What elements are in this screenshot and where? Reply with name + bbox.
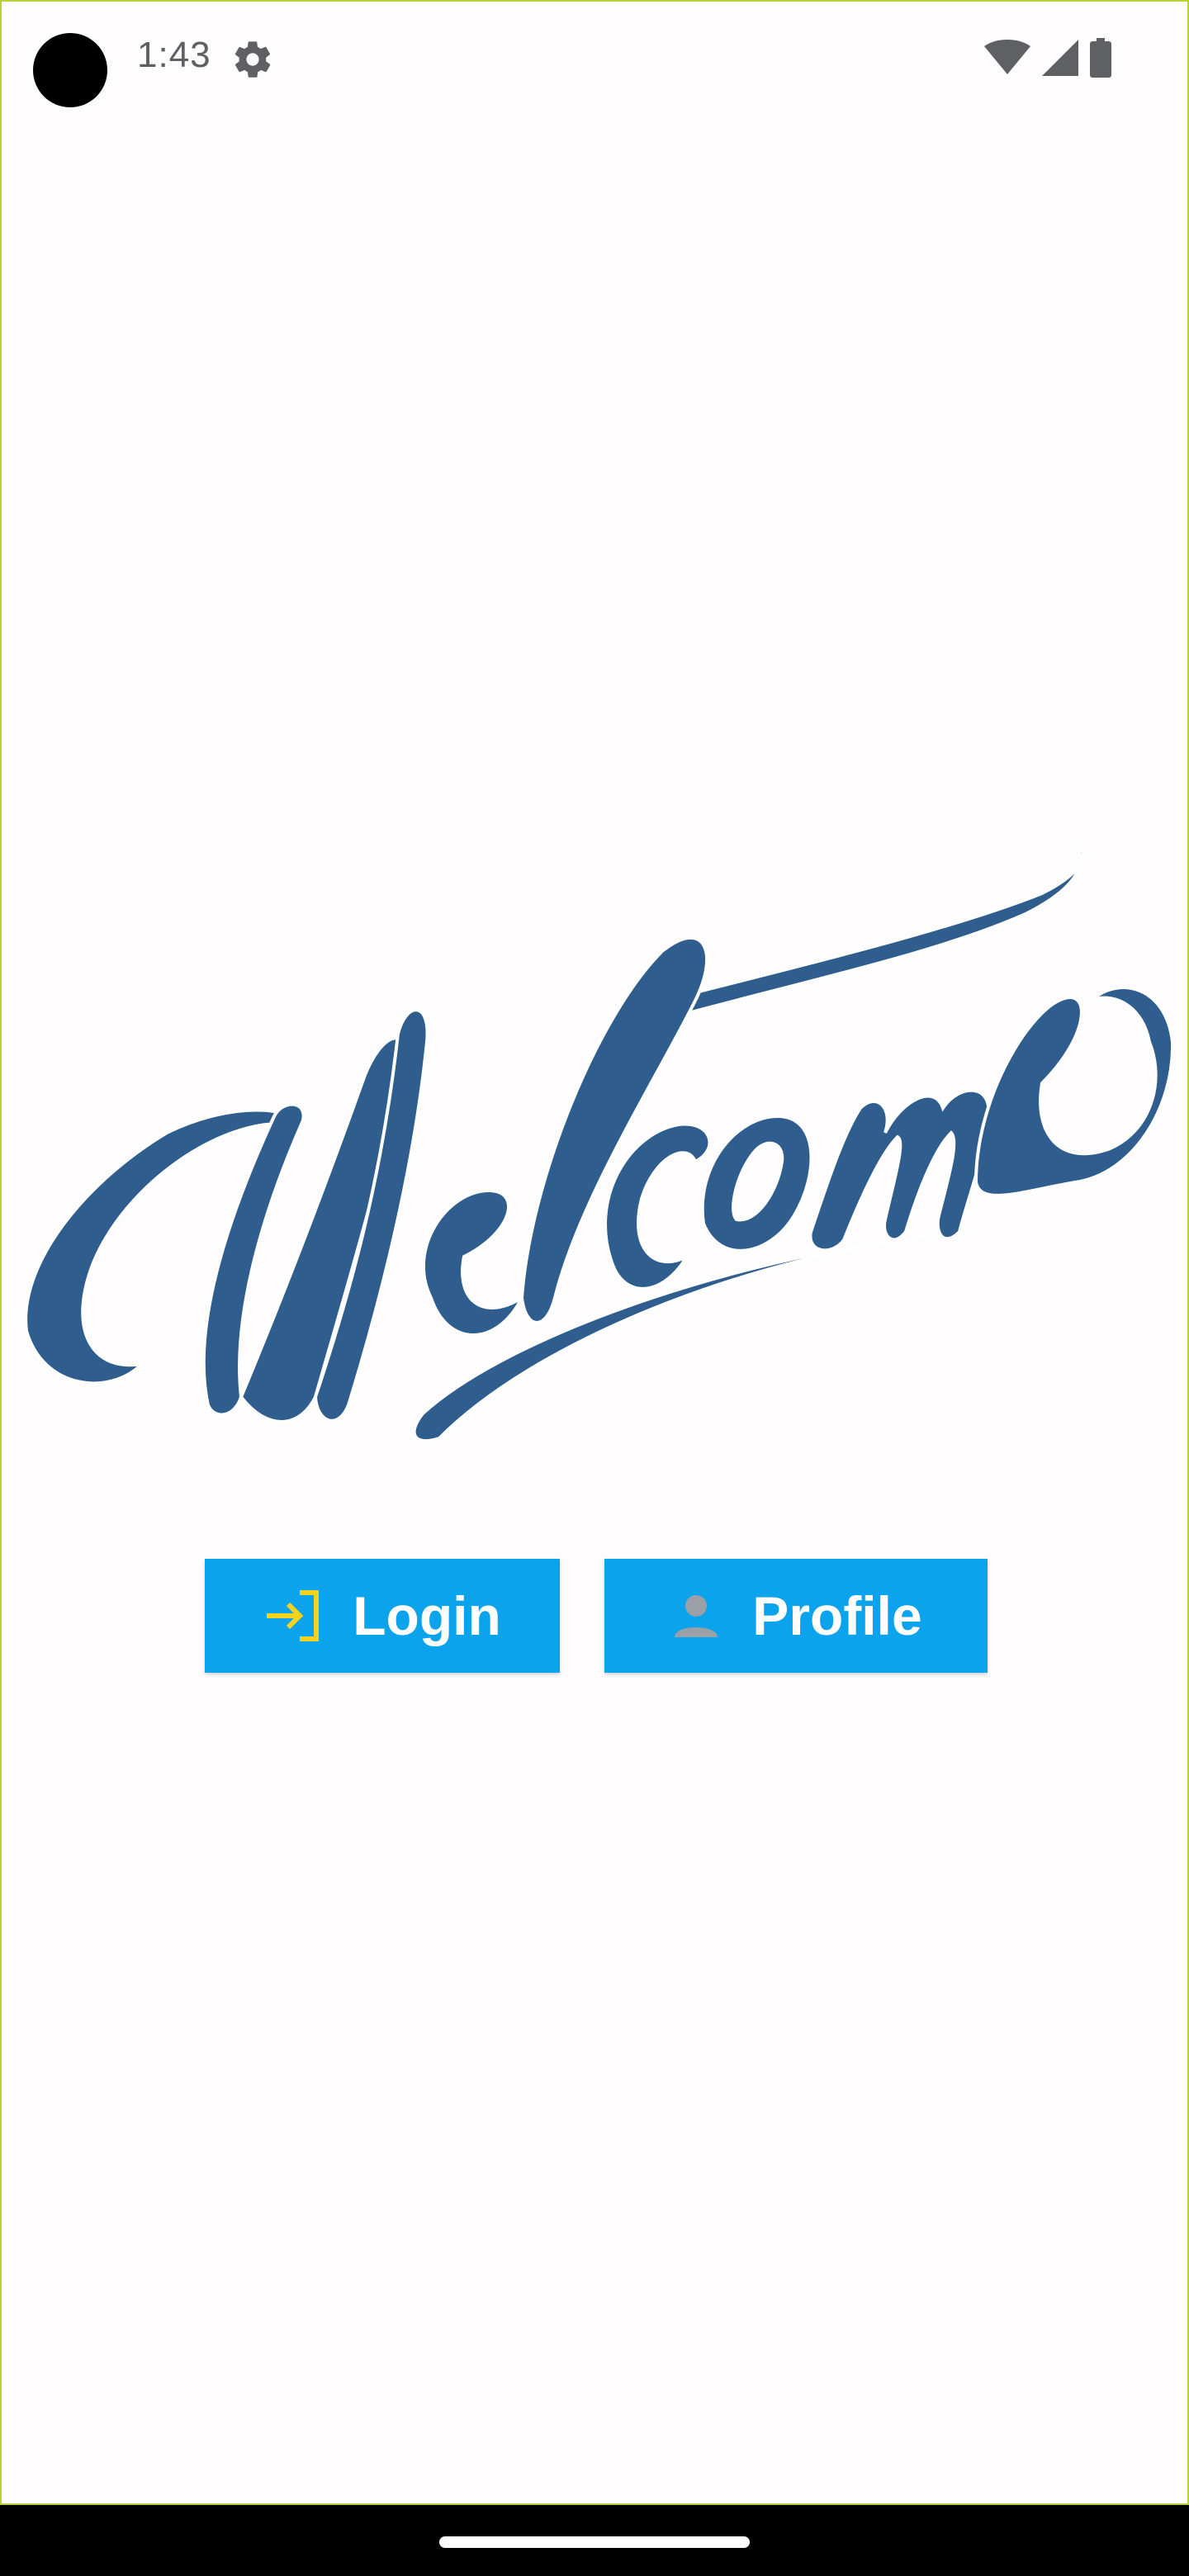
home-indicator[interactable] xyxy=(439,2536,750,2548)
login-label: Login xyxy=(353,1585,501,1646)
profile-button[interactable]: Profile xyxy=(604,1559,988,1673)
login-button[interactable]: Login xyxy=(205,1559,560,1673)
battery-icon xyxy=(1090,37,1111,82)
welcome-logo xyxy=(18,836,1175,1463)
person-icon xyxy=(670,1589,722,1642)
status-icons xyxy=(984,37,1111,82)
camera-cutout xyxy=(33,33,107,107)
login-arrow-icon xyxy=(263,1589,323,1642)
profile-label: Profile xyxy=(752,1585,922,1646)
status-bar: 1:43 xyxy=(2,2,1187,114)
wifi-icon xyxy=(984,39,1030,80)
system-nav-bar xyxy=(0,2505,1189,2576)
welcome-script-art xyxy=(24,839,1175,1443)
status-time: 1:43 xyxy=(137,35,211,75)
settings-icon xyxy=(231,38,274,81)
app-screen: 1:43 Login Profile xyxy=(0,0,1189,2505)
signal-icon xyxy=(1042,39,1078,80)
